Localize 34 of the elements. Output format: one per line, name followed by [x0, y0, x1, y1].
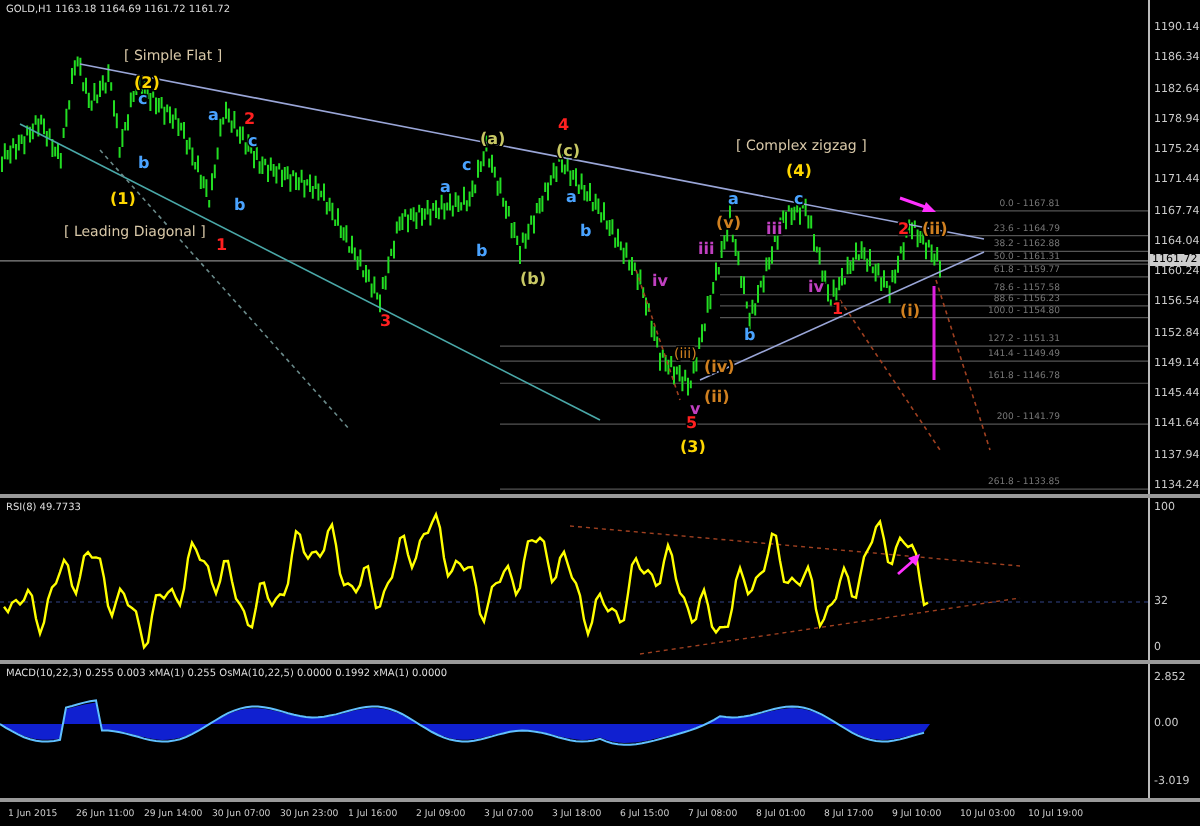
wave-label: a — [440, 178, 451, 196]
wave-label: v — [690, 400, 701, 418]
wave-label: a — [208, 106, 219, 124]
wave-label: a — [566, 188, 577, 206]
wave-label: b — [138, 154, 150, 172]
wave-label: iii — [698, 240, 715, 258]
wave-label: c — [138, 90, 148, 108]
wave-label: (iv) — [704, 358, 735, 376]
wave-label: iv — [808, 278, 824, 296]
wave-label: b — [580, 222, 592, 240]
wave-label: (ii) — [704, 388, 730, 406]
wave-label: 1 — [216, 236, 228, 254]
wave-label: 4 — [558, 116, 570, 134]
wave-label: 5 — [686, 414, 698, 432]
wave-label: (c) — [556, 142, 581, 160]
wave-label: iii — [766, 220, 783, 238]
wave-label: 3 — [380, 312, 392, 330]
wave-label: (4) — [786, 162, 812, 180]
wave-label: 2 — [244, 110, 256, 128]
wave-label: 2 — [898, 220, 910, 238]
wave-label: b — [234, 196, 246, 214]
wave-label: (v) — [716, 214, 742, 232]
wave-label: c — [462, 156, 472, 174]
wave-label: (b) — [520, 270, 547, 288]
arrow-icon — [897, 553, 920, 575]
wave-label: b — [476, 242, 488, 260]
wave-label: (3) — [680, 438, 706, 456]
wave-label: a — [728, 190, 739, 208]
wave-label: 1 — [832, 300, 844, 318]
wave-label: (i) — [900, 302, 921, 320]
wave-label: (1) — [110, 190, 136, 208]
wave-label: b — [744, 326, 756, 344]
wave-label: iv — [652, 272, 668, 290]
arrow-icon — [899, 196, 936, 212]
